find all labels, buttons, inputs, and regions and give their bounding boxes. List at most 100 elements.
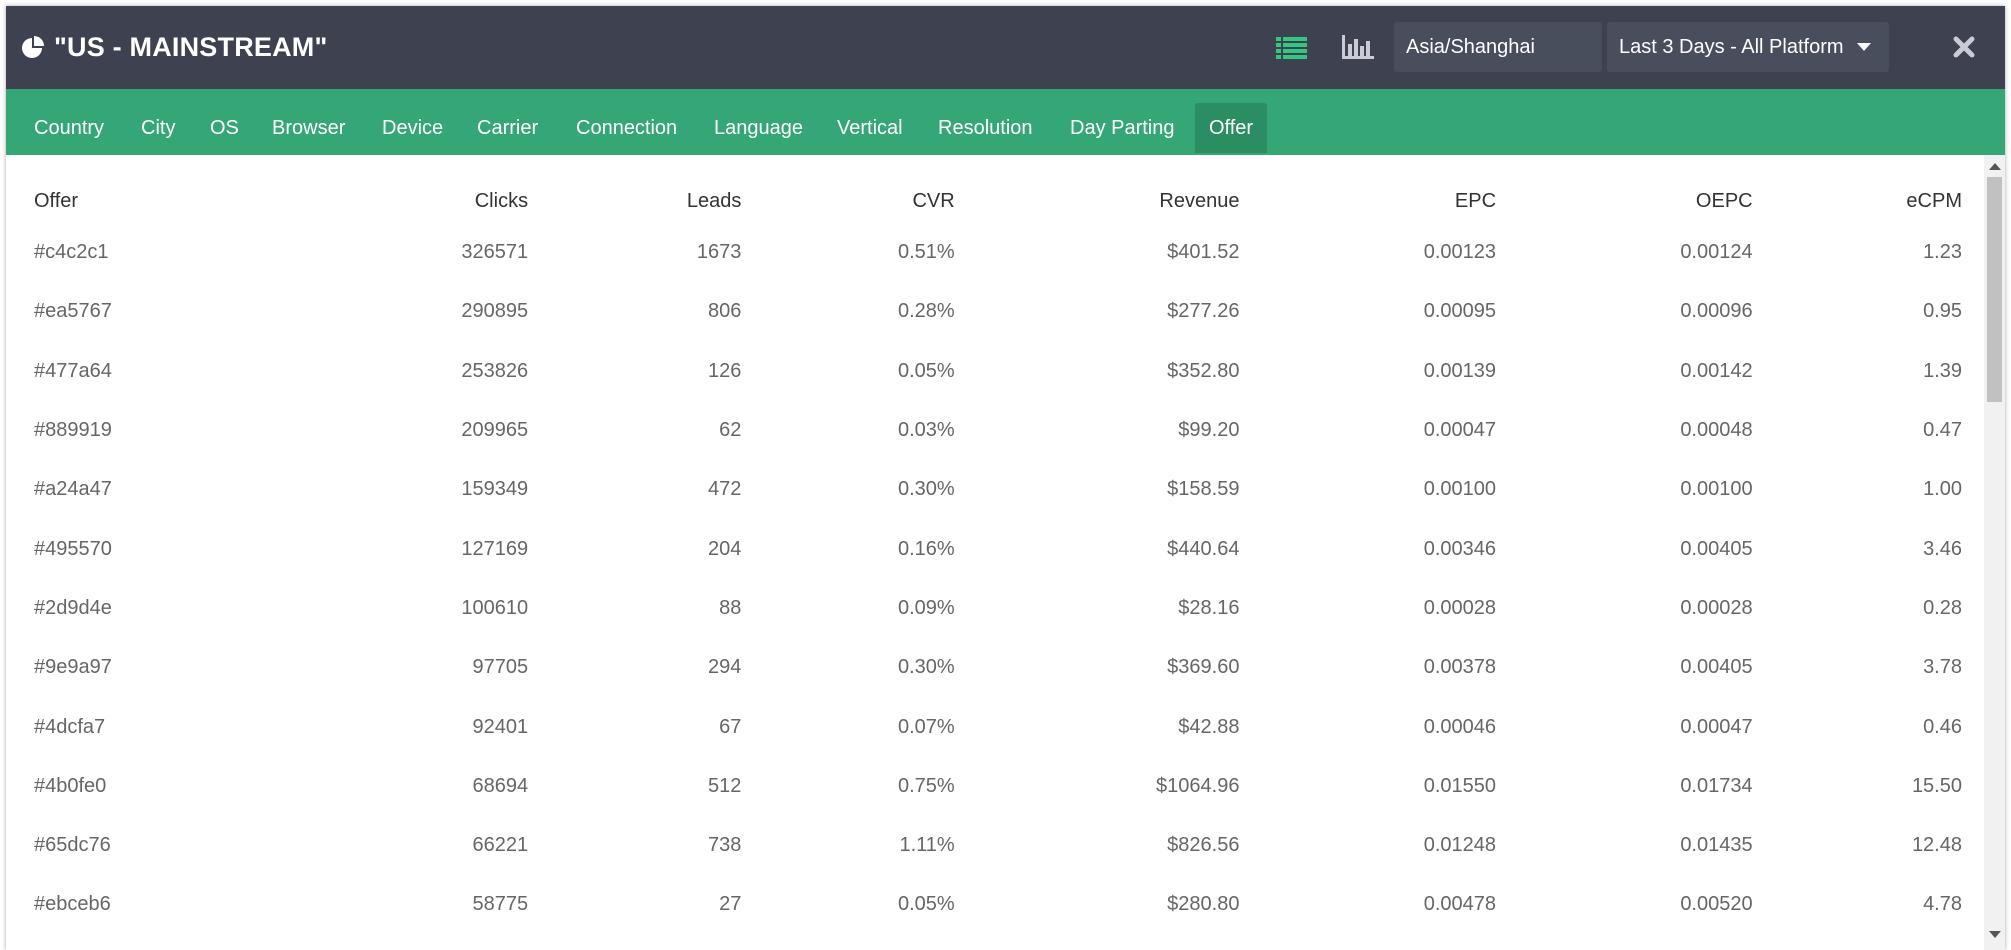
- leads-cell: 88: [719, 596, 742, 619]
- column-header-ecpm[interactable]: eCPM: [1753, 179, 1964, 223]
- oepc-cell: 0.00048: [1680, 419, 1753, 442]
- cvr-cell: 0.05%: [897, 893, 955, 916]
- clicks-cell: 68694: [472, 774, 529, 797]
- tab-city[interactable]: City: [127, 103, 189, 153]
- column-header-oepc[interactable]: OEPC: [1496, 179, 1753, 223]
- cvr-cell: 0.30%: [897, 478, 955, 501]
- column-header-leads[interactable]: Leads: [528, 179, 742, 223]
- table-header-row: Offer Clicks Leads CVR Revenue EPC OEPC …: [28, 179, 1964, 223]
- chart-view-button[interactable]: [1340, 32, 1376, 64]
- tab-vertical[interactable]: Vertical: [823, 103, 917, 153]
- offer-cell: #ebceb6: [34, 893, 111, 916]
- cvr-cell: 0.16%: [897, 537, 955, 560]
- table-row[interactable]: #9e9a97 97705 294 0.30% $369.60 0.00378 0.0040…: [28, 638, 1964, 697]
- clicks-cell: 209965: [461, 419, 529, 442]
- report-title: "US - MAINSTREAM": [54, 32, 328, 62]
- revenue-cell: $352.80: [1167, 359, 1240, 382]
- table-row[interactable]: #4dcfa7 92401 67 0.07% $42.88 0.00046 0.00047 0…: [28, 697, 1964, 756]
- tab-os[interactable]: OS: [196, 103, 253, 153]
- timezone-input[interactable]: [1394, 22, 1602, 72]
- table-row[interactable]: #4b0fe0 68694 512 0.75% $1064.96 0.01550 0.017…: [28, 757, 1964, 816]
- tab-offer[interactable]: Offer: [1195, 103, 1268, 153]
- epc-cell: 0.01550: [1423, 774, 1497, 797]
- cvr-cell: 0.51%: [897, 241, 955, 264]
- date-range-select[interactable]: Last 3 Days - All Platform: [1607, 22, 1889, 72]
- bar-chart-icon: [1342, 35, 1374, 59]
- clicks-cell: 97705: [472, 656, 529, 679]
- column-header-offer[interactable]: Offer: [28, 179, 269, 223]
- revenue-cell: $826.56: [1167, 834, 1240, 857]
- leads-cell: 67: [719, 715, 742, 738]
- oepc-cell: 0.00142: [1680, 359, 1753, 382]
- cvr-cell: 0.03%: [897, 419, 955, 442]
- epc-cell: 0.00139: [1423, 359, 1497, 382]
- vertical-scrollbar[interactable]: [1984, 155, 2005, 950]
- date-range-value: Last 3 Days - All Platform: [1619, 35, 1844, 58]
- revenue-cell: $369.60: [1167, 656, 1240, 679]
- column-header-cvr[interactable]: CVR: [741, 179, 954, 223]
- table-row[interactable]: #ea5767 290895 806 0.28% $277.26 0.00095 0.000…: [28, 282, 1964, 341]
- scroll-up-arrow-icon[interactable]: [1989, 163, 2001, 170]
- offer-cell: #2d9d4e: [34, 596, 112, 619]
- tab-country[interactable]: Country: [20, 103, 118, 153]
- epc-cell: 0.00478: [1423, 893, 1497, 916]
- table-row[interactable]: #477a64 253826 126 0.05% $352.80 0.00139 0.001…: [28, 342, 1964, 401]
- tab-day-parting[interactable]: Day Parting: [1056, 103, 1189, 153]
- ecpm-cell: 1.39: [1923, 359, 1962, 382]
- oepc-cell: 0.00100: [1680, 478, 1753, 501]
- table-row[interactable]: #ebceb6 58775 27 0.05% $280.80 0.00478 0.00520…: [28, 875, 1964, 934]
- clicks-cell: 290895: [461, 300, 529, 323]
- epc-cell: 0.00046: [1423, 715, 1497, 738]
- epc-cell: 0.00028: [1423, 596, 1497, 619]
- table-view-button[interactable]: [1274, 32, 1310, 64]
- cvr-cell: 1.11%: [899, 834, 955, 857]
- oepc-cell: 0.01734: [1680, 774, 1753, 797]
- column-header-revenue[interactable]: Revenue: [955, 179, 1239, 223]
- cvr-cell: 0.28%: [897, 300, 955, 323]
- tab-browser[interactable]: Browser: [258, 103, 359, 153]
- scroll-down-arrow-icon[interactable]: [1989, 931, 2001, 938]
- report-content: Offer Clicks Leads CVR Revenue EPC OEPC …: [6, 155, 1984, 950]
- oepc-cell: 0.00405: [1680, 656, 1753, 679]
- epc-cell: 0.01248: [1423, 834, 1497, 857]
- revenue-cell: $1064.96: [1156, 774, 1240, 797]
- ecpm-cell: 1.00: [1923, 478, 1962, 501]
- epc-cell: 0.00095: [1423, 300, 1497, 323]
- tab-carrier[interactable]: Carrier: [463, 103, 552, 153]
- ecpm-cell: 0.95: [1923, 300, 1962, 323]
- table-row[interactable]: #65dc76 66221 738 1.11% $826.56 0.01248 0.0143…: [28, 816, 1964, 875]
- oepc-cell: 0.00124: [1680, 241, 1753, 264]
- table-row[interactable]: #2d9d4e 100610 88 0.09% $28.16 0.00028 0.00028…: [28, 579, 1964, 638]
- clicks-cell: 253826: [461, 359, 529, 382]
- clicks-cell: 326571: [461, 241, 529, 264]
- table-row[interactable]: #889919 209965 62 0.03% $99.20 0.00047 0.00048…: [28, 401, 1964, 460]
- tab-resolution[interactable]: Resolution: [924, 103, 1047, 153]
- close-button[interactable]: [1949, 32, 1979, 62]
- offer-cell: #4b0fe0: [34, 774, 107, 797]
- ecpm-cell: 3.46: [1923, 537, 1962, 560]
- report-modal: "US - MAINSTREAM" Asia/Shanghai Last 3 D…: [6, 6, 2005, 950]
- table-row[interactable]: #495570 127169 204 0.16% $440.64 0.00346 0.004…: [28, 519, 1964, 578]
- offer-cell: #9e9a97: [34, 656, 112, 679]
- tab-device[interactable]: Device: [368, 103, 457, 153]
- cvr-cell: 0.75%: [897, 774, 955, 797]
- column-header-epc[interactable]: EPC: [1239, 179, 1496, 223]
- offer-cell: #65dc76: [34, 834, 111, 857]
- column-header-clicks[interactable]: Clicks: [269, 179, 528, 223]
- tab-language[interactable]: Language: [700, 103, 817, 153]
- epc-cell: 0.00123: [1423, 241, 1497, 264]
- revenue-cell: $158.59: [1167, 478, 1240, 501]
- revenue-cell: $42.88: [1178, 715, 1240, 738]
- leads-cell: 512: [708, 774, 742, 797]
- table-row[interactable]: #c4c2c1 326571 1673 0.51% $401.52 0.00123 0.00…: [28, 223, 1964, 282]
- offer-table: Offer Clicks Leads CVR Revenue EPC OEPC …: [28, 179, 1964, 935]
- oepc-cell: 0.00096: [1680, 300, 1753, 323]
- table-row[interactable]: #a24a47 159349 472 0.30% $158.59 0.00100 0.001…: [28, 460, 1964, 519]
- table-body: #c4c2c1 326571 1673 0.51% $401.52 0.00123 0.00…: [28, 223, 1964, 935]
- leads-cell: 806: [708, 300, 742, 323]
- clicks-cell: 100610: [461, 596, 529, 619]
- offer-cell: #c4c2c1: [34, 241, 109, 264]
- tab-connection[interactable]: Connection: [562, 103, 691, 153]
- oepc-cell: 0.01435: [1680, 834, 1753, 857]
- scroll-thumb[interactable]: [1987, 177, 2002, 402]
